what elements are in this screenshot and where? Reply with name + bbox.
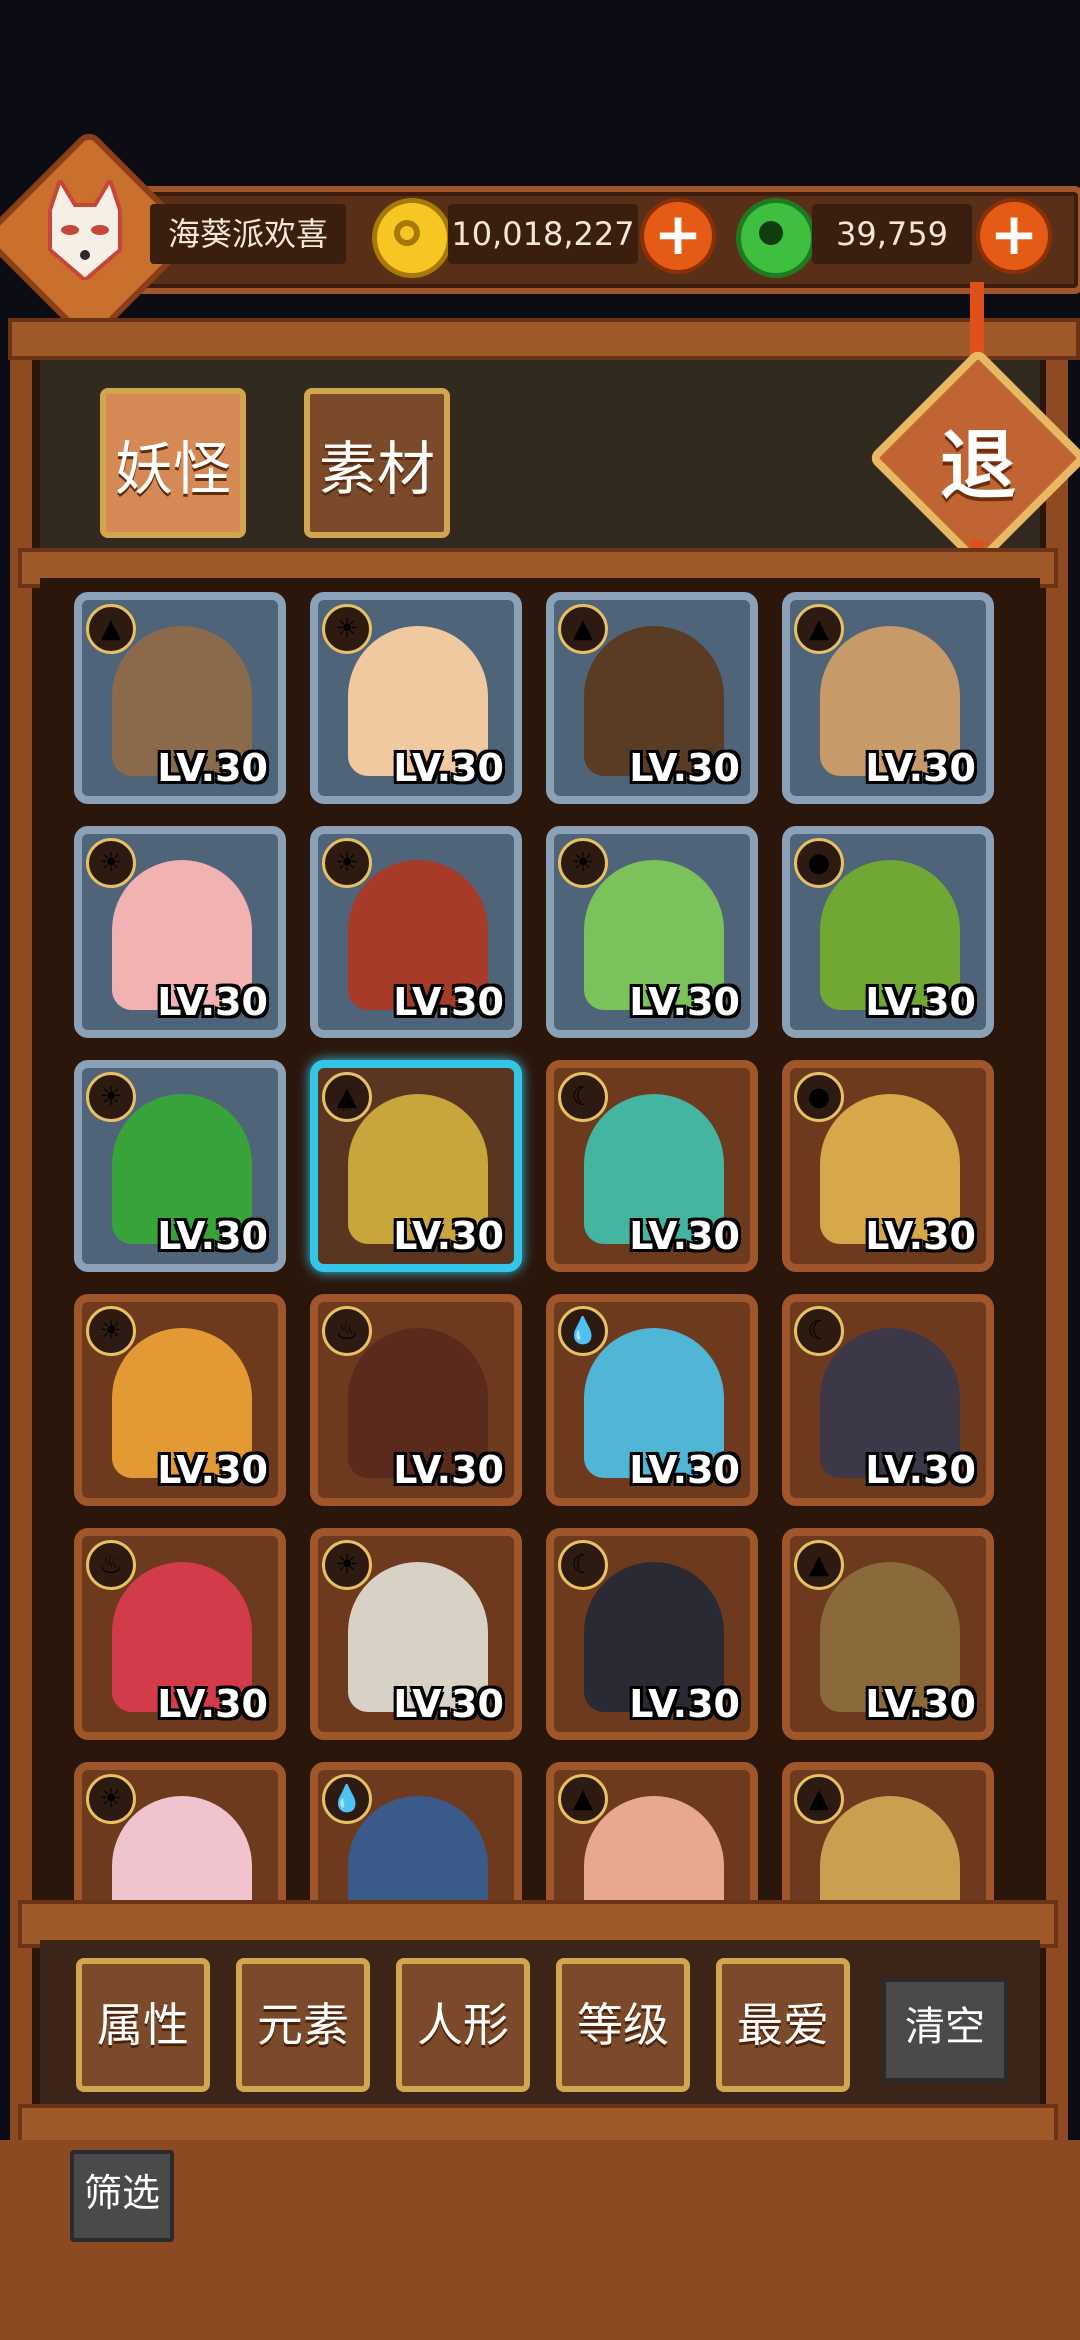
fire-element-icon: ♨ xyxy=(322,1306,372,1356)
sun-element-icon: ☀ xyxy=(86,1774,136,1824)
clear-button[interactable]: 清空 xyxy=(882,1978,1008,2082)
earth-element-icon: ▲ xyxy=(794,1540,844,1590)
level-label: LV.30 xyxy=(393,1682,504,1726)
sun-element-icon: ☀ xyxy=(86,838,136,888)
level-label: LV.30 xyxy=(629,1682,740,1726)
sun-element-icon: ☀ xyxy=(86,1306,136,1356)
character-card[interactable]: ☀ LV.30 xyxy=(74,1294,286,1506)
level-label: LV.30 xyxy=(393,1448,504,1492)
moon-element-icon: ☾ xyxy=(558,1540,608,1590)
character-card[interactable]: ▲ xyxy=(782,1762,994,1904)
water-element-icon: 💧 xyxy=(322,1774,372,1824)
level-label: LV.30 xyxy=(393,746,504,790)
jade-coin-icon xyxy=(736,198,816,278)
sun-element-icon: ☀ xyxy=(322,604,372,654)
gold-amount: 10,018,227 xyxy=(448,204,638,264)
filter-element-button[interactable]: 元素 xyxy=(236,1958,370,2092)
character-card[interactable]: 💧 xyxy=(310,1762,522,1904)
character-card[interactable]: ☾ LV.30 xyxy=(546,1060,758,1272)
character-card[interactable]: ♨ LV.30 xyxy=(74,1528,286,1740)
fox-mask-icon xyxy=(30,170,140,290)
sun-element-icon: ☀ xyxy=(322,1540,372,1590)
earth-element-icon: ▲ xyxy=(794,1774,844,1824)
level-label: LV.30 xyxy=(865,980,976,1024)
fire-element-icon: ♨ xyxy=(86,1540,136,1590)
filter-level-button[interactable]: 等级 xyxy=(556,1958,690,2092)
gold-coin-icon xyxy=(372,198,452,278)
level-label: LV.30 xyxy=(157,1214,268,1258)
moon-element-icon: ☾ xyxy=(794,1306,844,1356)
moon-element-icon: ☾ xyxy=(558,1072,608,1122)
character-portrait xyxy=(820,1796,960,1904)
character-card[interactable]: ☀ LV.30 xyxy=(74,1060,286,1272)
filter-toggle-button[interactable]: 筛选 xyxy=(70,2150,174,2242)
character-card[interactable]: ☾ LV.30 xyxy=(546,1528,758,1740)
exit-label[interactable]: 退 xyxy=(900,396,1056,536)
level-label: LV.30 xyxy=(865,1448,976,1492)
earth-element-icon: ▲ xyxy=(558,604,608,654)
level-label: LV.30 xyxy=(157,1448,268,1492)
sun-element-icon: ☀ xyxy=(86,1072,136,1122)
filter-attribute-button[interactable]: 属性 xyxy=(76,1958,210,2092)
jade-amount: 39,759 xyxy=(812,204,972,264)
level-label: LV.30 xyxy=(629,1214,740,1258)
character-card[interactable]: ● LV.30 xyxy=(782,826,994,1038)
character-card[interactable]: ☀ LV.30 xyxy=(310,1528,522,1740)
level-label: LV.30 xyxy=(629,980,740,1024)
level-label: LV.30 xyxy=(865,1214,976,1258)
character-grid-area[interactable]: ▲ LV.30 ☀ LV.30 ▲ LV.30 ▲ LV.30 ☀ LV.30 ☀ LV.30 ☀ LV.… xyxy=(40,578,1040,1904)
character-card[interactable]: ☀ LV.30 xyxy=(546,826,758,1038)
tab-yokai[interactable]: 妖怪 xyxy=(100,388,246,538)
character-portrait xyxy=(584,1796,724,1904)
level-label: LV.30 xyxy=(865,746,976,790)
character-portrait xyxy=(348,1796,488,1904)
add-jade-button[interactable]: + xyxy=(976,198,1052,274)
character-card[interactable]: ▲ xyxy=(546,1762,758,1904)
character-card[interactable]: ▲ LV.30 xyxy=(74,592,286,804)
character-card[interactable]: ▲ LV.30 xyxy=(546,592,758,804)
level-label: LV.30 xyxy=(865,1682,976,1726)
level-label: LV.30 xyxy=(629,1448,740,1492)
add-gold-button[interactable]: + xyxy=(640,198,716,274)
sun-element-icon: ☀ xyxy=(322,838,372,888)
character-portrait xyxy=(112,1796,252,1904)
cabinet-top-beam xyxy=(8,318,1080,360)
level-label: LV.30 xyxy=(393,980,504,1024)
character-card[interactable]: ▲ LV.30 xyxy=(782,592,994,804)
player-name: 海葵派欢喜 xyxy=(150,204,346,264)
level-label: LV.30 xyxy=(157,980,268,1024)
earth-element-icon: ▲ xyxy=(86,604,136,654)
character-grid: ▲ LV.30 ☀ LV.30 ▲ LV.30 ▲ LV.30 ☀ LV.30 ☀ LV.30 ☀ LV.… xyxy=(74,592,1034,1904)
character-card[interactable]: ▲ LV.30 xyxy=(310,1060,522,1272)
tab-materials[interactable]: 素材 xyxy=(304,388,450,538)
character-card[interactable]: ☀ LV.30 xyxy=(74,826,286,1038)
character-card[interactable]: ● LV.30 xyxy=(782,1060,994,1272)
character-card[interactable]: ▲ LV.30 xyxy=(782,1528,994,1740)
character-card[interactable]: ☀ LV.30 xyxy=(310,592,522,804)
level-label: LV.30 xyxy=(157,746,268,790)
wood-element-icon: ● xyxy=(794,1072,844,1122)
wood-element-icon: ● xyxy=(794,838,844,888)
earth-element-icon: ▲ xyxy=(794,604,844,654)
character-card[interactable]: ☾ LV.30 xyxy=(782,1294,994,1506)
earth-element-icon: ▲ xyxy=(558,1774,608,1824)
filter-humanoid-button[interactable]: 人形 xyxy=(396,1958,530,2092)
filter-favorite-button[interactable]: 最爱 xyxy=(716,1958,850,2092)
level-label: LV.30 xyxy=(157,1682,268,1726)
level-label: LV.30 xyxy=(393,1214,504,1258)
character-card[interactable]: ♨ LV.30 xyxy=(310,1294,522,1506)
earth-element-icon: ▲ xyxy=(322,1072,372,1122)
character-card[interactable]: 💧 LV.30 xyxy=(546,1294,758,1506)
character-card[interactable]: ☀ xyxy=(74,1762,286,1904)
level-label: LV.30 xyxy=(629,746,740,790)
character-card[interactable]: ☀ LV.30 xyxy=(310,826,522,1038)
water-element-icon: 💧 xyxy=(558,1306,608,1356)
sun-element-icon: ☀ xyxy=(558,838,608,888)
